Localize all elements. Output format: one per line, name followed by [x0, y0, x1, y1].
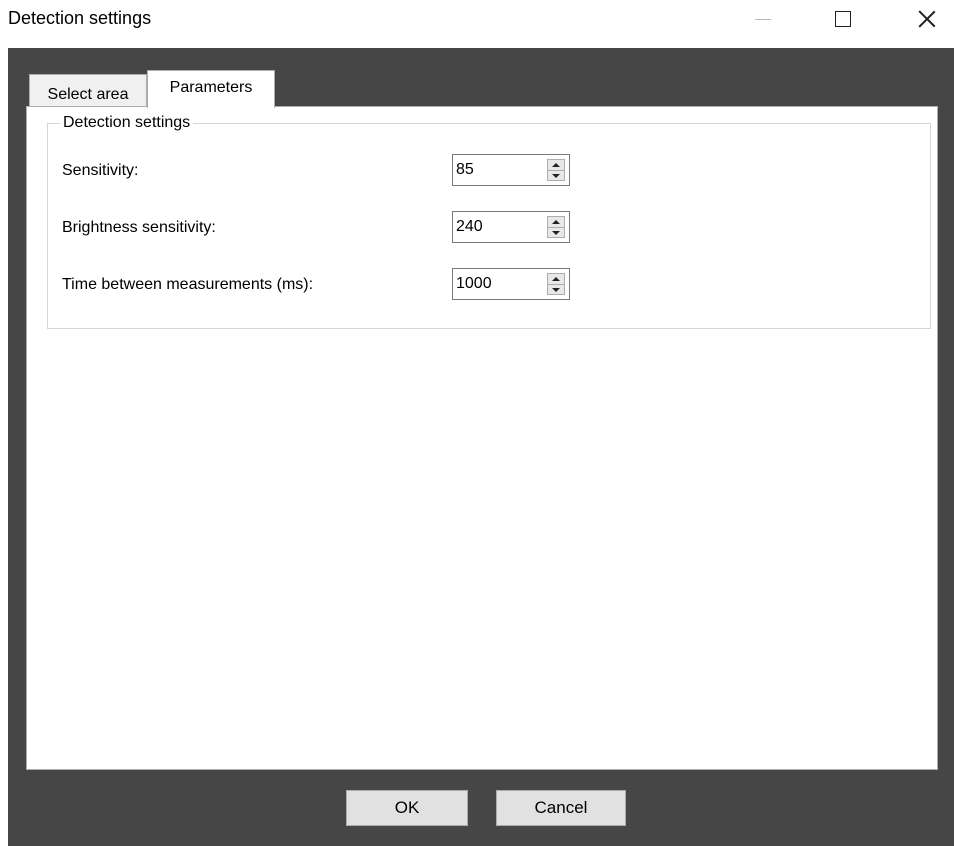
arrow-up-icon: [552, 220, 560, 224]
arrow-up-icon: [552, 163, 560, 167]
spin-up-button[interactable]: [548, 274, 564, 284]
arrow-up-icon: [552, 277, 560, 281]
spin-up-button[interactable]: [548, 217, 564, 227]
detection-settings-group: Detection settings Sensitivity: 85 Brigh…: [47, 114, 931, 329]
brightness-sensitivity-value[interactable]: 240: [456, 218, 483, 236]
sensitivity-stepper[interactable]: 85: [452, 154, 570, 186]
spin-buttons: [547, 159, 565, 181]
time-between-measurements-stepper[interactable]: 1000: [452, 268, 570, 300]
minimize-icon: [755, 18, 771, 20]
spin-buttons: [547, 216, 565, 238]
cancel-button-label: Cancel: [534, 798, 588, 817]
time-between-measurements-label: Time between measurements (ms):: [62, 276, 314, 293]
spin-down-button[interactable]: [548, 170, 564, 180]
group-legend: Detection settings: [60, 114, 194, 132]
detection-settings-window: Detection settings Select area Parameter…: [0, 0, 954, 846]
window-title: Detection settings: [8, 8, 152, 28]
arrow-down-icon: [552, 173, 560, 178]
cancel-button[interactable]: Cancel: [496, 790, 626, 826]
spin-buttons: [547, 273, 565, 295]
tab-select-area[interactable]: Select area: [29, 74, 147, 108]
close-button[interactable]: [904, 0, 950, 38]
minimize-button[interactable]: [740, 0, 786, 38]
spin-down-button[interactable]: [548, 284, 564, 294]
arrow-down-icon: [552, 287, 560, 292]
ok-button[interactable]: OK: [346, 790, 468, 826]
spin-down-button[interactable]: [548, 227, 564, 237]
arrow-down-icon: [552, 230, 560, 235]
time-between-measurements-value[interactable]: 1000: [456, 275, 492, 293]
spin-up-button[interactable]: [548, 160, 564, 170]
parameters-tab-page: Detection settings Sensitivity: 85 Brigh…: [26, 106, 938, 770]
title-bar[interactable]: Detection settings: [0, 0, 954, 42]
tab-parameters[interactable]: Parameters: [147, 70, 275, 108]
brightness-sensitivity-label: Brightness sensitivity:: [62, 219, 216, 236]
dialog-client-area: Select area Parameters Detection setting…: [8, 48, 954, 846]
tab-label: Select area: [47, 85, 129, 103]
ok-button-label: OK: [394, 798, 420, 817]
sensitivity-value[interactable]: 85: [456, 161, 474, 179]
maximize-icon: [835, 11, 851, 27]
brightness-sensitivity-stepper[interactable]: 240: [452, 211, 570, 243]
close-icon: [918, 10, 936, 28]
sensitivity-label: Sensitivity:: [62, 162, 139, 179]
tab-label: Parameters: [169, 78, 253, 96]
maximize-button[interactable]: [820, 0, 866, 38]
